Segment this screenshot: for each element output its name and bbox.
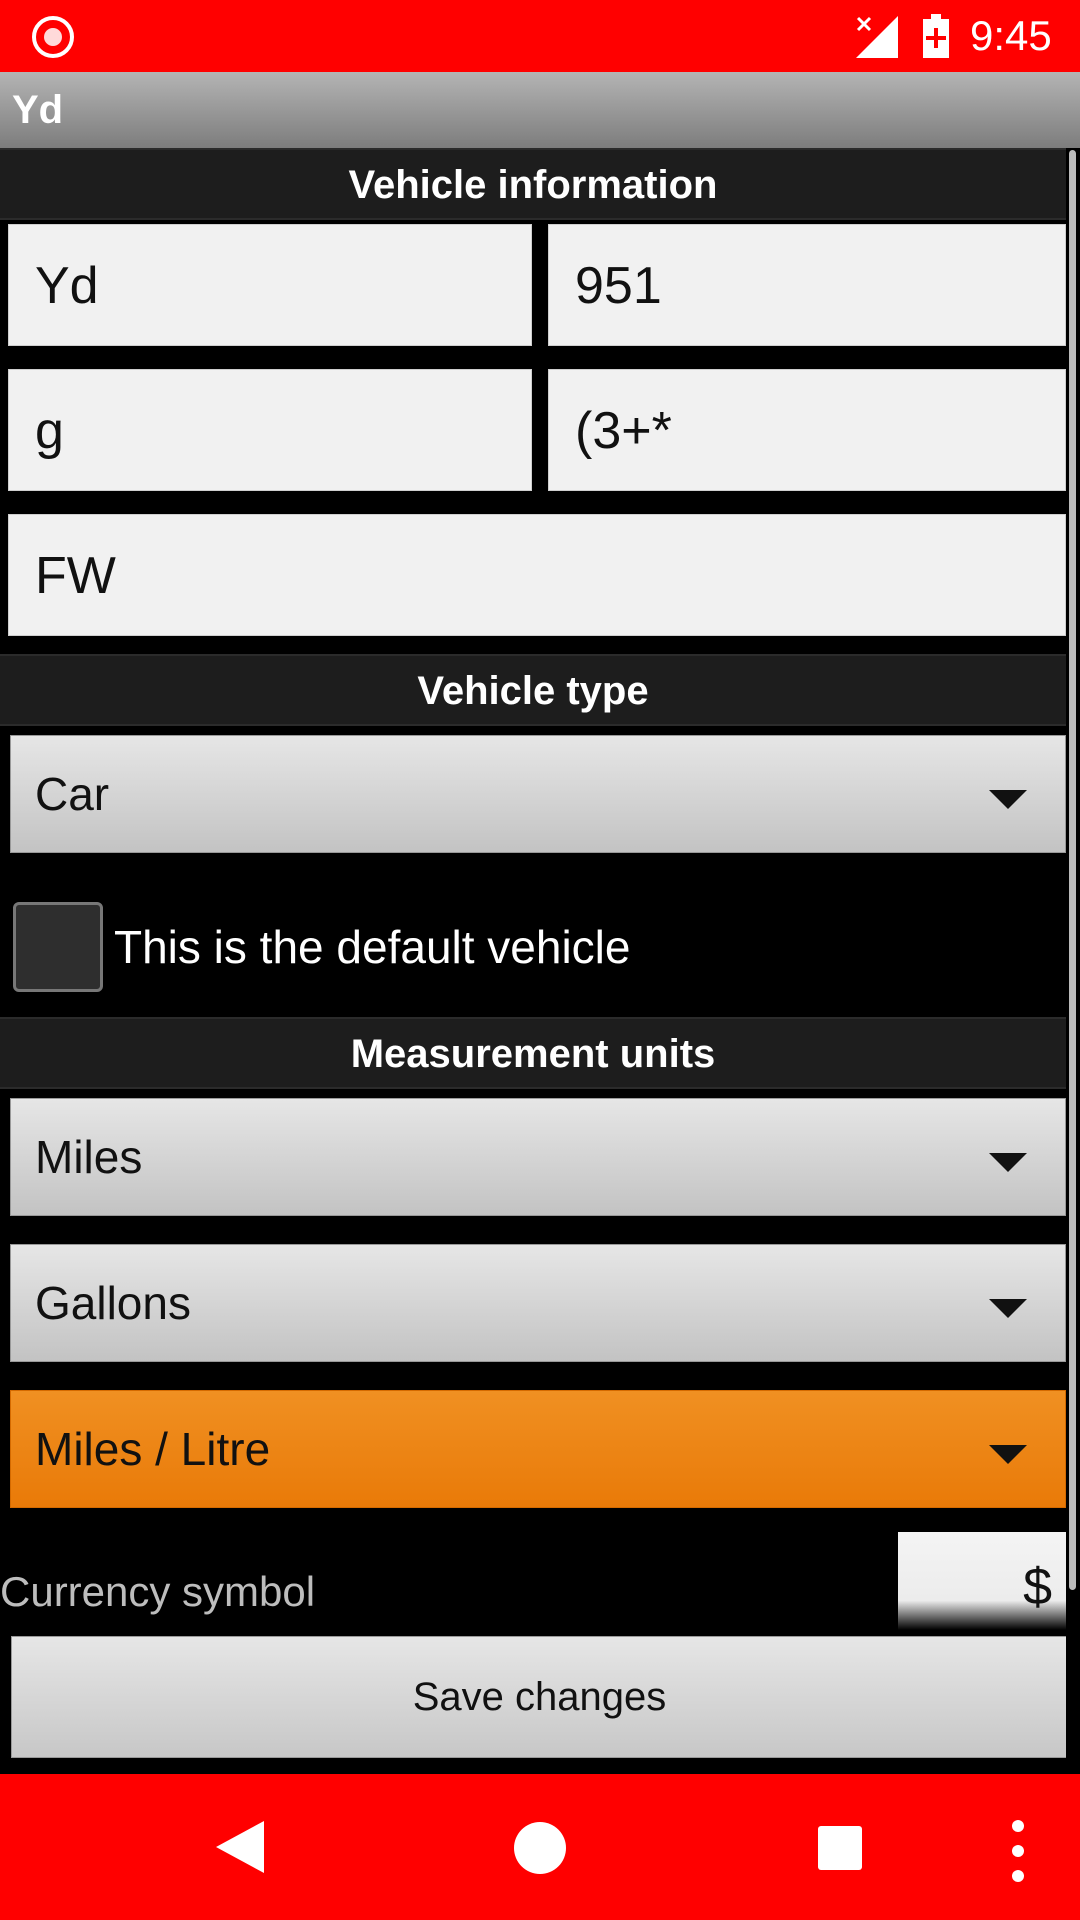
currency-symbol-field[interactable]: $ <box>898 1532 1066 1630</box>
home-icon[interactable] <box>514 1822 566 1874</box>
default-vehicle-checkbox[interactable] <box>13 902 103 992</box>
vehicle-field-4[interactable]: (3+* <box>548 369 1066 491</box>
save-changes-button[interactable]: Save changes <box>11 1636 1068 1758</box>
status-bar <box>0 0 1080 72</box>
recents-icon[interactable] <box>818 1826 862 1870</box>
back-icon[interactable] <box>216 1821 264 1873</box>
distance-unit-value: Miles <box>35 1131 143 1183</box>
app-bar <box>0 72 1080 148</box>
status-time: 9:45 <box>970 12 1052 59</box>
volume-unit-dropdown[interactable]: Gallons <box>10 1244 1066 1362</box>
consumption-unit-dropdown[interactable]: Miles / Litre <box>10 1390 1066 1508</box>
vehicle-name-field[interactable]: Yd <box>8 224 532 346</box>
volume-unit-value: Gallons <box>35 1277 191 1329</box>
vehicle-field-5[interactable]: FW <box>8 514 1066 636</box>
overflow-menu-icon[interactable] <box>1004 1818 1032 1884</box>
consumption-unit-value: Miles / Litre <box>35 1423 271 1475</box>
section-header-vehicle-information: Vehicle information <box>0 148 1066 220</box>
vehicle-field-2[interactable]: 951 <box>548 224 1066 346</box>
scrollbar-thumb[interactable] <box>1069 150 1076 1590</box>
signal-icon <box>856 16 898 58</box>
currency-symbol-label: Currency symbol <box>0 1568 316 1615</box>
dropdown-caret-icon <box>989 1153 1027 1172</box>
distance-unit-dropdown[interactable]: Miles <box>10 1098 1066 1216</box>
dropdown-caret-icon <box>989 1299 1027 1318</box>
section-header-measurement-units: Measurement units <box>0 1017 1066 1089</box>
battery-icon <box>923 14 949 58</box>
vehicle-field-3[interactable]: g <box>8 369 532 491</box>
dropdown-caret-icon <box>989 790 1027 809</box>
app-title: Yd <box>12 88 64 132</box>
section-header-vehicle-type: Vehicle type <box>0 654 1066 726</box>
dropdown-caret-icon <box>989 1445 1027 1464</box>
vehicle-type-value: Car <box>35 768 110 820</box>
vehicle-type-dropdown[interactable]: Car <box>10 735 1066 853</box>
default-vehicle-label: This is the default vehicle <box>114 921 631 973</box>
record-icon <box>32 16 74 58</box>
